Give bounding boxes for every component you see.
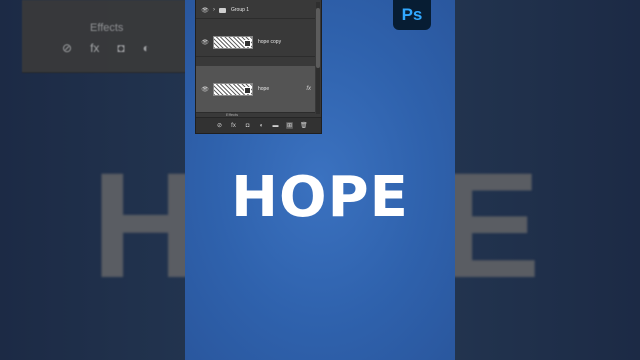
blurred-mask-icon: ◘ — [117, 41, 125, 55]
layer-row[interactable]: 👁 hope copy — [196, 28, 315, 57]
blurred-toolbar: ⊘ fx ◘ ◐ — [62, 40, 194, 56]
blurred-link-icon: ⊘ — [62, 41, 73, 55]
new-group-icon[interactable]: ▬ — [272, 123, 279, 129]
layer-group-row[interactable]: 👁 › Group 1 — [196, 2, 315, 19]
folder-icon — [219, 7, 226, 13]
layers-scrollbar[interactable] — [316, 2, 320, 114]
layer-label: hope copy — [258, 39, 282, 45]
layer-thumbnail — [213, 35, 253, 49]
layer-row-selected[interactable]: 👁 hope fx — [196, 66, 315, 113]
layer-thumbnail — [213, 82, 253, 96]
add-layer-style-icon[interactable]: fx — [230, 123, 237, 129]
visibility-eye-icon[interactable]: 👁 — [200, 7, 210, 14]
layers-panel: 👁 › Group 1 👁 hope copy 👁 hope fx Effect… — [195, 0, 322, 134]
blurred-layers-panel: Effects ⊘ fx ◘ ◐ — [22, 0, 194, 73]
chevron-right-icon[interactable]: › — [213, 7, 215, 13]
photoshop-logo: Ps — [393, 0, 431, 30]
scrollbar-thumb[interactable] — [316, 8, 320, 68]
layer-label: hope — [258, 86, 270, 92]
adjustment-layer-icon[interactable]: ◐ — [258, 123, 265, 129]
blurred-adjustment-icon: ◐ — [142, 41, 150, 55]
delete-layer-icon[interactable]: 🗑 — [300, 122, 308, 129]
visibility-eye-icon[interactable]: 👁 — [200, 86, 210, 93]
visibility-eye-icon[interactable]: 👁 — [200, 39, 210, 46]
group-label: Group 1 — [231, 7, 250, 13]
layer-fx-icon[interactable]: fx — [306, 86, 311, 92]
new-layer-icon[interactable]: ⊞ — [286, 122, 293, 129]
blurred-fx-icon: fx — [90, 41, 100, 55]
link-layers-icon[interactable]: ⊘ — [216, 122, 223, 129]
headline-text: HOPE — [231, 165, 409, 230]
add-mask-icon[interactable]: ◘ — [244, 123, 251, 129]
layers-toolbar: ⊘ fx ◘ ◐ ▬ ⊞ 🗑 — [196, 117, 321, 133]
blurred-effects-label: Effects — [90, 22, 124, 34]
